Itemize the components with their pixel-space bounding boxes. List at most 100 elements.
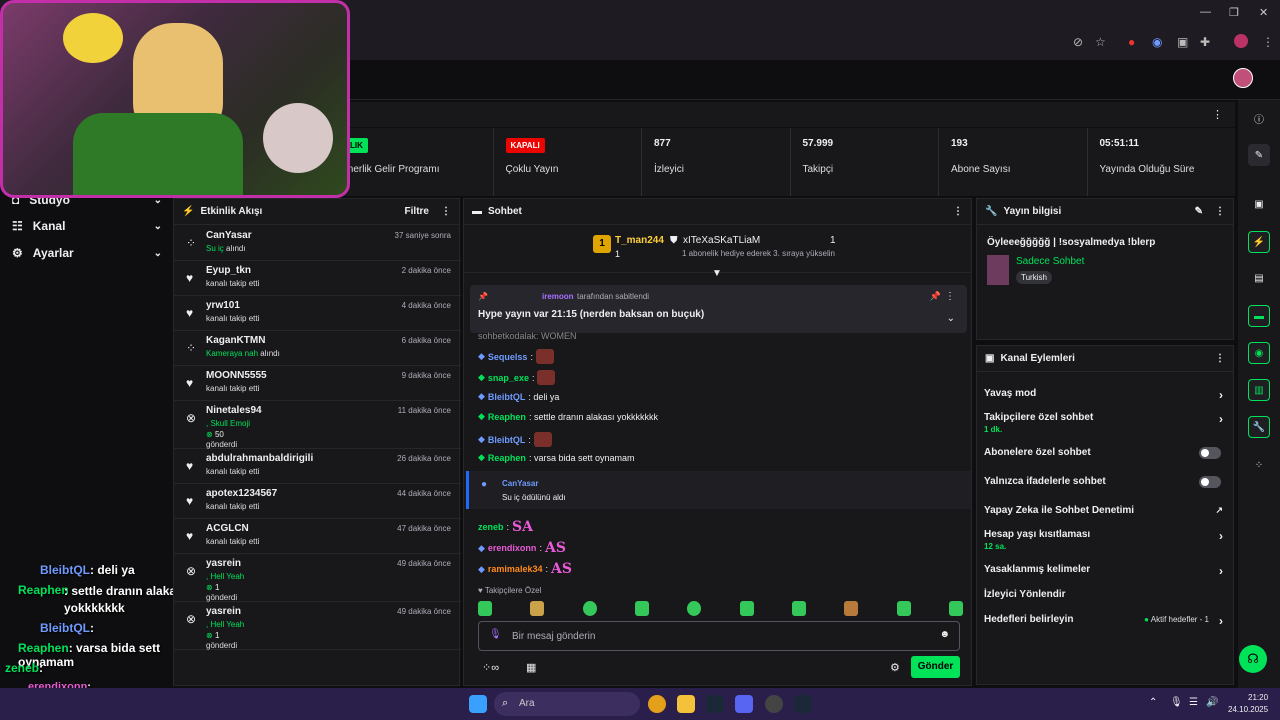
extensions-puzzle-icon[interactable]: ✚ <box>1200 35 1210 49</box>
chat-username[interactable]: Sequelss <box>488 352 528 362</box>
windows-start-icon[interactable] <box>469 695 487 713</box>
close-window-button[interactable]: ✕ <box>1259 6 1268 19</box>
send-button[interactable]: Gönder <box>911 656 960 678</box>
profile-avatar[interactable] <box>1234 34 1248 48</box>
channel-action-item[interactable]: Yasaklanmış kelimeler › <box>984 564 1229 578</box>
emote-icon[interactable] <box>478 601 492 616</box>
chat-username[interactable]: Reaphen <box>488 412 526 422</box>
chat-username[interactable]: erendixonn <box>488 543 537 553</box>
user-avatar[interactable] <box>1233 68 1253 88</box>
chat-username[interactable]: BleibtQL <box>488 392 526 402</box>
language-tag[interactable]: Turkish <box>1016 271 1052 284</box>
chat-bubble-icon[interactable]: ▬ <box>1248 305 1270 327</box>
broadcast-icon[interactable]: ◉ <box>1248 342 1270 364</box>
activity-item[interactable]: ⊗ yasrein 49 dakika önce , Hell Yeah ⊗ 1 gönd… <box>174 554 461 602</box>
activity-item[interactable]: ⁘ KaganKTMN 6 dakika önce Kameraya nah alın… <box>174 331 461 366</box>
more-options-icon[interactable]: ⋮ <box>953 206 963 217</box>
chat-input[interactable]: 🎙 Bir mesaj gönderin ☻ <box>478 621 960 651</box>
emoji-icon[interactable]: ☻ <box>939 629 950 640</box>
toggle-switch[interactable] <box>1199 476 1221 488</box>
chat-username[interactable]: Reaphen <box>488 453 526 463</box>
activity-username[interactable]: Ninetales94 <box>206 405 262 416</box>
channel-action-item[interactable]: Yavaş mod › <box>984 388 1229 402</box>
volume-icon[interactable]: 🔊 <box>1206 697 1218 708</box>
more-options-icon[interactable]: ⋮ <box>1215 206 1225 217</box>
emote-icon[interactable] <box>791 601 806 616</box>
taskbar-search[interactable]: ⌕ Ara <box>494 692 640 716</box>
chat-username[interactable]: snap_exe <box>488 373 529 383</box>
activity-username[interactable]: Eyup_tkn <box>206 265 251 276</box>
chevron-down-icon[interactable]: ⌄ <box>947 313 955 324</box>
steam-icon[interactable] <box>794 695 812 713</box>
extension-icon[interactable]: ▣ <box>1177 35 1188 49</box>
obs-icon[interactable] <box>765 695 783 713</box>
channel-action-item[interactable]: İzleyici Yönlendir <box>984 589 1229 600</box>
activity-username[interactable]: yasrein <box>206 558 241 569</box>
unpin-icon[interactable]: 📌 <box>930 291 941 302</box>
activity-item[interactable]: ♥ MOONN5555 9 dakika önce kanalı takip etti <box>174 366 461 401</box>
eye-off-icon[interactable]: ⊘ <box>1073 35 1083 49</box>
channel-points-icon[interactable]: ⁘∞ <box>482 661 499 674</box>
stat-multistream[interactable]: KAPALI Çoklu Yayın <box>494 128 642 196</box>
activity-item[interactable]: ♥ ACGLCN 47 dakika önce kanalı takip etti <box>174 519 461 554</box>
emote-icon[interactable]: SA <box>512 519 533 535</box>
file-explorer-icon[interactable] <box>677 695 695 713</box>
chrome-icon[interactable] <box>648 695 666 713</box>
activity-username[interactable]: CanYasar <box>206 230 252 241</box>
channel-action-item[interactable]: Takipçilere özel sohbet 1 dk. › <box>984 412 1229 434</box>
activity-item[interactable]: ♥ abdulrahmanbaldirigili 26 dakika önce kan… <box>174 449 461 484</box>
nav-item-channel[interactable]: ☷ Kanal ⌄ <box>12 219 162 233</box>
pinned-by-user[interactable]: iremoon <box>542 292 574 301</box>
edit-icon[interactable]: ✎ <box>1248 144 1270 166</box>
more-options-icon[interactable]: ⋮ <box>441 206 451 217</box>
channel-action-item[interactable]: Hedefleri belirleyin ● Aktif hedefler - 1… <box>984 614 1229 628</box>
maximize-button[interactable]: ❐ <box>1229 6 1239 19</box>
more-options-icon[interactable]: ⋮ <box>1212 108 1223 121</box>
extension-icon[interactable]: ● <box>1128 35 1135 49</box>
activity-username[interactable]: yrw101 <box>206 300 240 311</box>
extension-icon[interactable]: ◉ <box>1152 35 1162 49</box>
activity-username[interactable]: MOONN5555 <box>206 370 267 381</box>
filter-button[interactable]: Filtre <box>405 206 429 217</box>
microphone-icon[interactable]: 🎙 <box>1170 697 1183 708</box>
activity-item[interactable]: ♥ Eyup_tkn 2 dakika önce kanalı takip etti <box>174 261 461 296</box>
emote-icon[interactable] <box>948 601 963 616</box>
tray-chevron-icon[interactable]: ⌃ <box>1149 697 1157 708</box>
activity-item[interactable]: ⊗ Ninetales94 11 dakika önce , Skull Emoji ⊗… <box>174 401 461 449</box>
activity-item[interactable]: ♥ apotex1234567 44 dakika önce kanalı takip… <box>174 484 461 519</box>
emote-icon[interactable] <box>530 601 545 616</box>
activity-username[interactable]: yasrein <box>206 606 241 617</box>
category-box-art[interactable] <box>987 255 1009 285</box>
activity-item[interactable]: ♥ yrw101 4 dakika önce kanalı takip etti <box>174 296 461 331</box>
microphone-icon[interactable]: 🎙 <box>489 629 502 640</box>
activity-username[interactable]: KaganKTMN <box>206 335 265 346</box>
wifi-icon[interactable]: ☰ <box>1189 697 1198 708</box>
nav-item-settings[interactable]: ⚙ Ayarlar ⌄ <box>12 246 162 260</box>
emote-icon[interactable] <box>896 601 911 616</box>
more-tools-icon[interactable]: ⁘ <box>1248 454 1270 476</box>
activity-username[interactable]: ACGLCN <box>206 523 249 534</box>
leader-name[interactable]: xITeXaSKaTLiaM <box>683 235 760 246</box>
more-options-icon[interactable]: ⋮ <box>1215 353 1225 364</box>
category-link[interactable]: Sadece Sohbet <box>1016 256 1084 267</box>
channel-action-item[interactable]: Abonelere özel sohbet <box>984 447 1229 459</box>
activity-item[interactable]: ⁘ CanYasar 37 saniye sonra Su iç alındı <box>174 226 461 261</box>
emote-icon[interactable] <box>533 432 552 447</box>
activity-username[interactable]: abdulrahmanbaldirigili <box>206 453 313 464</box>
activity-username[interactable]: apotex1234567 <box>206 488 277 499</box>
channel-action-item[interactable]: Yalnızca ifadelerle sohbet <box>984 476 1229 488</box>
chat-username[interactable]: ramimalek34 <box>488 564 543 574</box>
emote-icon[interactable]: AS <box>545 540 566 556</box>
activity-item[interactable]: ⊗ yasrein 49 dakika önce , Hell Yeah ⊗ 1 gönd… <box>174 602 461 650</box>
emote-icon[interactable] <box>739 601 754 616</box>
discord-icon[interactable] <box>735 695 753 713</box>
clock-time[interactable]: 21:20 <box>1248 693 1268 702</box>
edit-icon[interactable]: ✎ <box>1195 206 1203 217</box>
redeem-user[interactable]: CanYasar <box>502 479 538 488</box>
info-icon[interactable]: ⓘ <box>1248 107 1270 129</box>
emote-icon[interactable] <box>844 601 859 616</box>
menu-dots-icon[interactable]: ⋮ <box>1262 35 1274 49</box>
bookmark-star-icon[interactable]: ☆ <box>1095 35 1106 49</box>
focus-icon[interactable]: ▣ <box>1248 193 1270 215</box>
channel-action-item[interactable]: Hesap yaşı kısıtlaması 12 sa. › <box>984 529 1229 551</box>
